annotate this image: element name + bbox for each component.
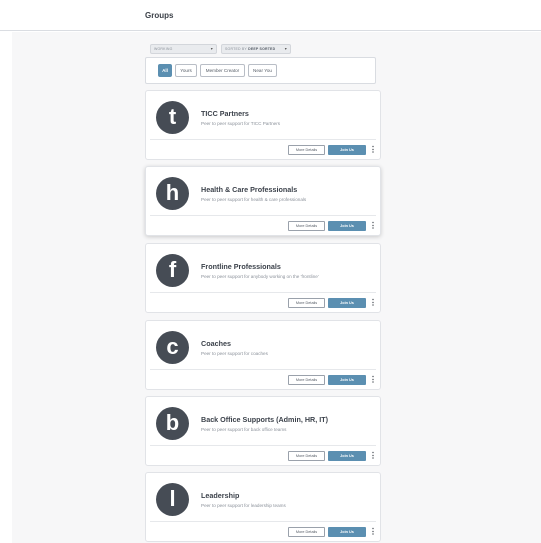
kebab-menu-icon[interactable]: ⋮ — [369, 220, 377, 232]
sort-select-value: DEEP SORTED — [248, 47, 276, 51]
join-button[interactable]: Join Us — [328, 527, 366, 537]
group-description: Peer to peer support for anybody working… — [201, 274, 319, 279]
group-card: c Coaches Peer to peer support for coach… — [145, 320, 381, 390]
chip-yours[interactable]: Yours — [175, 64, 197, 77]
group-avatar: b — [156, 407, 189, 440]
kebab-menu-icon[interactable]: ⋮ — [369, 374, 377, 386]
join-button[interactable]: Join Us — [328, 221, 366, 231]
group-description: Peer to peer support for health & care p… — [201, 197, 307, 202]
group-name: TICC Partners — [201, 109, 249, 118]
more-details-button[interactable]: More Details — [288, 451, 325, 461]
chip-all[interactable]: All — [158, 64, 172, 77]
group-avatar: c — [156, 331, 189, 364]
group-description: Peer to peer support for coaches — [201, 351, 268, 356]
chip-member-creator[interactable]: Member Creator — [200, 64, 245, 77]
group-description: Peer to peer support for back office tea… — [201, 427, 287, 432]
sort-select-prefix: SORTED BY — [225, 47, 247, 51]
chip-near-you[interactable]: Near You — [248, 64, 277, 77]
workspace-select-value: WORKING — [154, 47, 173, 51]
workspace-select[interactable]: WORKING ▾ — [150, 44, 217, 54]
group-card: t TICC Partners Peer to peer support for… — [145, 90, 381, 160]
more-details-button[interactable]: More Details — [288, 221, 325, 231]
top-bar: Groups — [0, 0, 541, 31]
kebab-menu-icon[interactable]: ⋮ — [369, 450, 377, 462]
card-divider — [150, 369, 376, 370]
group-description: Peer to peer support for leadership team… — [201, 503, 286, 508]
group-name: Leadership — [201, 491, 240, 500]
group-name: Back Office Supports (Admin, HR, IT) — [201, 415, 328, 424]
group-card: h Health & Care Professionals Peer to pe… — [145, 166, 381, 236]
more-details-button[interactable]: More Details — [288, 375, 325, 385]
card-divider — [150, 139, 376, 140]
kebab-menu-icon[interactable]: ⋮ — [369, 297, 377, 309]
group-avatar: t — [156, 101, 189, 134]
group-card: b Back Office Supports (Admin, HR, IT) P… — [145, 396, 381, 466]
group-name: Coaches — [201, 339, 231, 348]
card-divider — [150, 521, 376, 522]
group-avatar: h — [156, 177, 189, 210]
more-details-button[interactable]: More Details — [288, 145, 325, 155]
join-button[interactable]: Join Us — [328, 298, 366, 308]
join-button[interactable]: Join Us — [328, 145, 366, 155]
group-card: f Frontline Professionals Peer to peer s… — [145, 243, 381, 313]
more-details-button[interactable]: More Details — [288, 298, 325, 308]
join-button[interactable]: Join Us — [328, 451, 366, 461]
more-details-button[interactable]: More Details — [288, 527, 325, 537]
group-description: Peer to peer support for TICC Partners — [201, 121, 281, 126]
card-divider — [150, 292, 376, 293]
join-button[interactable]: Join Us — [328, 375, 366, 385]
group-name: Health & Care Professionals — [201, 185, 298, 194]
group-avatar: f — [156, 254, 189, 287]
group-card: l Leadership Peer to peer support for le… — [145, 472, 381, 542]
chevron-down-icon: ▾ — [210, 46, 213, 51]
sort-select[interactable]: SORTED BY DEEP SORTED ▾ — [221, 44, 291, 54]
kebab-menu-icon[interactable]: ⋮ — [369, 526, 377, 538]
group-avatar: l — [156, 483, 189, 516]
page-title: Groups — [145, 11, 174, 20]
card-divider — [150, 215, 376, 216]
kebab-menu-icon[interactable]: ⋮ — [369, 144, 377, 156]
card-divider — [150, 445, 376, 446]
group-name: Frontline Professionals — [201, 262, 281, 271]
chevron-down-icon: ▾ — [284, 46, 287, 51]
